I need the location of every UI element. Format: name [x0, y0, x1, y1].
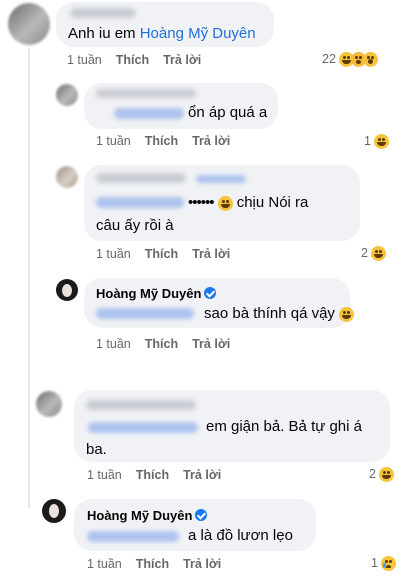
reaction-summary[interactable]: 2: [369, 467, 395, 483]
verified-badge-icon: [204, 287, 217, 299]
author-avatar[interactable]: [42, 499, 66, 523]
laugh-emoji-icon: [379, 467, 395, 483]
comment-text: ổn áp quá a: [188, 104, 268, 121]
comment-time[interactable]: 1 tuần: [67, 53, 102, 67]
thread-line: [28, 48, 30, 508]
reaction-count: 2: [369, 467, 376, 481]
blurred-tagged-user[interactable]: [114, 108, 184, 119]
comment-text-line1: chịu Nói ra: [236, 194, 309, 211]
author-name-text: Hoàng Mỹ Duyên: [87, 508, 193, 523]
blurred-commenter-name[interactable]: [96, 173, 186, 183]
laugh-emoji-icon: [371, 246, 387, 262]
author-avatar-face: [62, 284, 72, 297]
comment-bubble: em giận bả. Bả tự ghi á ba.: [74, 390, 390, 462]
blurred-commenter-name[interactable]: [86, 400, 196, 410]
reaction-count: 2: [361, 246, 368, 260]
like-button[interactable]: Thích: [145, 337, 178, 351]
like-button[interactable]: Thích: [116, 53, 149, 67]
eyes-emoji-row-icon: ••••••: [188, 194, 214, 211]
comment-text: Anh iu em Hoàng Mỹ Duyên: [68, 24, 256, 43]
reaction-summary[interactable]: 2: [361, 246, 387, 262]
reaction-summary[interactable]: 1: [364, 134, 390, 150]
verified-badge-icon: [195, 509, 208, 521]
comment-author-name[interactable]: Hoàng Mỹ Duyên: [96, 286, 217, 301]
blurred-commenter-name[interactable]: [70, 8, 136, 18]
comment-text-body: sao bà thính qá vậy: [204, 305, 335, 322]
reply-button[interactable]: Trả lời: [163, 53, 201, 67]
reply-button[interactable]: Trả lời: [192, 337, 230, 351]
comment-bubble: Hoàng Mỹ Duyên a là đồ lươn lẹo: [74, 499, 316, 551]
reaction-summary[interactable]: 22: [322, 52, 379, 68]
comment-time[interactable]: 1 tuần: [96, 337, 131, 351]
laugh-emoji-icon: [374, 134, 390, 150]
reply-button[interactable]: Trả lời: [192, 134, 230, 148]
reaction-count: 22: [322, 52, 336, 66]
comment-actions: 1 tuần Thích Trả lời: [96, 134, 244, 148]
like-button[interactable]: Thích: [136, 468, 169, 482]
author-avatar[interactable]: [56, 279, 78, 301]
blurred-tagged-user[interactable]: [196, 175, 246, 183]
comment-actions: 1 tuần Thích Trả lời: [96, 247, 244, 261]
author-avatar-face: [49, 504, 59, 518]
shushing-emoji-icon: [217, 195, 233, 211]
comment-actions: 1 tuần Thích Trả lời: [96, 337, 244, 351]
blurred-tagged-user[interactable]: [88, 422, 198, 433]
sad-emoji-icon: [381, 556, 397, 572]
comment-bubble: •••••• chịu Nói ra câu ấy rồi à: [84, 165, 360, 241]
comment-actions: 1 tuần Thích Trả lời: [87, 557, 235, 571]
surprised-emoji-icon: [363, 52, 379, 68]
comment-text: •••••• chịu Nói ra: [188, 193, 308, 212]
like-button[interactable]: Thích: [145, 134, 178, 148]
comment-text: a là đồ lươn lẹo: [188, 527, 293, 544]
commenter-avatar[interactable]: [56, 84, 78, 106]
reaction-summary[interactable]: 1: [371, 556, 397, 572]
comment-bubble: Hoàng Mỹ Duyên sao bà thính qá vậy: [84, 278, 355, 328]
comment-text-line2: câu ấy rồi à: [96, 217, 174, 234]
reply-button[interactable]: Trả lời: [183, 557, 221, 571]
comment-author-name[interactable]: Hoàng Mỹ Duyên: [87, 508, 208, 523]
tagged-user-link[interactable]: Hoàng Mỹ Duyên: [140, 25, 256, 42]
commenter-avatar[interactable]: [8, 3, 50, 45]
like-button[interactable]: Thích: [145, 247, 178, 261]
commenter-avatar[interactable]: [56, 166, 78, 188]
blurred-tagged-user[interactable]: [87, 531, 179, 542]
wink-tongue-emoji-icon: [339, 306, 355, 322]
reply-button[interactable]: Trả lời: [183, 468, 221, 482]
comment-text-line2: ba.: [86, 441, 107, 458]
comment-time[interactable]: 1 tuần: [87, 468, 122, 482]
author-name-text: Hoàng Mỹ Duyên: [96, 286, 202, 301]
blurred-commenter-name[interactable]: [96, 89, 196, 98]
reaction-count: 1: [371, 556, 378, 570]
blurred-tagged-user[interactable]: [96, 197, 184, 208]
comment-actions: 1 tuần Thích Trả lời: [87, 468, 235, 482]
comment-time[interactable]: 1 tuần: [96, 247, 131, 261]
like-button[interactable]: Thích: [136, 557, 169, 571]
comment-time[interactable]: 1 tuần: [87, 557, 122, 571]
comment-text-line1: em giận bả. Bả tự ghi á: [206, 418, 362, 435]
comment-text: sao bà thính qá vậy: [204, 304, 355, 323]
comment-text-prefix: Anh iu em: [68, 25, 140, 42]
reaction-count: 1: [364, 134, 371, 148]
commenter-avatar[interactable]: [36, 391, 62, 417]
blurred-tagged-user[interactable]: [96, 308, 194, 319]
reply-button[interactable]: Trả lời: [192, 247, 230, 261]
comment-actions: 1 tuần Thích Trả lời: [67, 53, 215, 67]
comment-bubble: ổn áp quá a: [84, 83, 278, 129]
comment-time[interactable]: 1 tuần: [96, 134, 131, 148]
comment-bubble: Anh iu em Hoàng Mỹ Duyên: [56, 2, 274, 47]
